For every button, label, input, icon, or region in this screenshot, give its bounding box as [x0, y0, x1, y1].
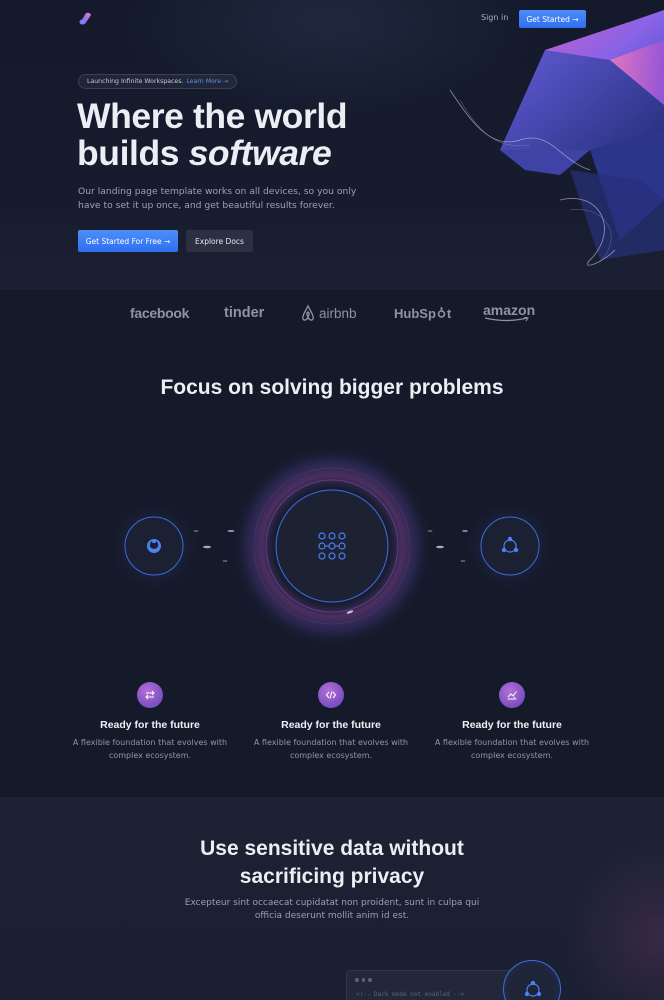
privacy-title: Use sensitive data without sacrificing p… [0, 835, 664, 891]
hero-subtext: Our landing page template works on all d… [78, 186, 357, 211]
window-dots [355, 978, 372, 982]
feature-item: Ready for the future A flexible foundati… [422, 682, 602, 762]
explore-docs-button[interactable]: Explore Docs [186, 230, 253, 252]
feature-title: Ready for the future [462, 719, 562, 731]
headline-line-1: Where the world [77, 96, 348, 136]
hubspot-wordmark-b: t [446, 305, 452, 321]
get-started-free-button[interactable]: Get Started For Free → [78, 230, 178, 252]
code-window: <!-- Dark mode not enabled --> [346, 970, 516, 1000]
learn-more-link[interactable]: Learn More → [186, 78, 228, 85]
integration-orbit-illustration [109, 446, 555, 646]
facebook-logo: facebook [130, 305, 190, 321]
feature-text: A flexible foundation that evolves with … [72, 738, 228, 760]
amazon-smile-icon [484, 317, 529, 322]
logo-icon[interactable] [78, 11, 93, 26]
airbnb-wordmark: airbnb [319, 305, 357, 321]
feature-list: Ready for the future A flexible foundati… [0, 682, 664, 782]
hero-section: Sign in Get Started → Launching Infinite… [0, 0, 664, 290]
hubspot-sprocket-icon [437, 307, 446, 318]
hubspot-logo: HubSp t [394, 303, 451, 323]
sync-nodes-icon [524, 980, 542, 997]
amazon-logo: amazon [483, 303, 535, 323]
chart-check-icon [499, 682, 525, 708]
crystal-illustration [449, 10, 664, 266]
tinder-logo: tinder [224, 305, 265, 321]
focus-title: Focus on solving bigger problems [160, 376, 504, 399]
privacy-subtext: Excepteur sint occaecat cupidatat non pr… [184, 898, 480, 921]
announcement-text: Launching Infinite Workspaces. [87, 78, 184, 85]
code-line: <!-- Dark mode not enabled --> [356, 991, 465, 998]
feature-item: Ready for the future A flexible foundati… [241, 682, 421, 762]
code-icon [318, 682, 344, 708]
hubspot-wordmark-a: HubSp [394, 305, 436, 321]
announcement-pill[interactable]: Launching Infinite Workspaces. Learn Mor… [78, 74, 238, 89]
privacy-title-line-1: Use sensitive data without [200, 837, 464, 860]
customer-logos: facebook tinder airbnb HubSp t amazon [0, 290, 664, 340]
feature-item: Ready for the future A flexible foundati… [60, 682, 240, 762]
feature-title: Ready for the future [100, 719, 200, 731]
privacy-section: Use sensitive data without sacrificing p… [0, 797, 664, 1000]
github-icon [147, 539, 161, 553]
landing-page: Sign in Get Started → Launching Infinite… [0, 0, 664, 1000]
airbnb-logo: airbnb [300, 303, 357, 323]
airbnb-icon [302, 304, 314, 321]
amazon-wordmark: amazon [483, 302, 536, 318]
headline-line-2: builds [77, 133, 189, 173]
sync-badge [503, 960, 561, 1000]
headline-emphasis: software [188, 133, 332, 173]
hero-headline: Where the world builds software [77, 98, 437, 172]
feature-text: A flexible foundation that evolves with … [253, 738, 409, 760]
feature-title: Ready for the future [281, 719, 381, 731]
privacy-title-line-2: sacrificing privacy [239, 865, 425, 888]
arrows-icon [137, 682, 163, 708]
feature-text: A flexible foundation that evolves with … [434, 738, 590, 760]
